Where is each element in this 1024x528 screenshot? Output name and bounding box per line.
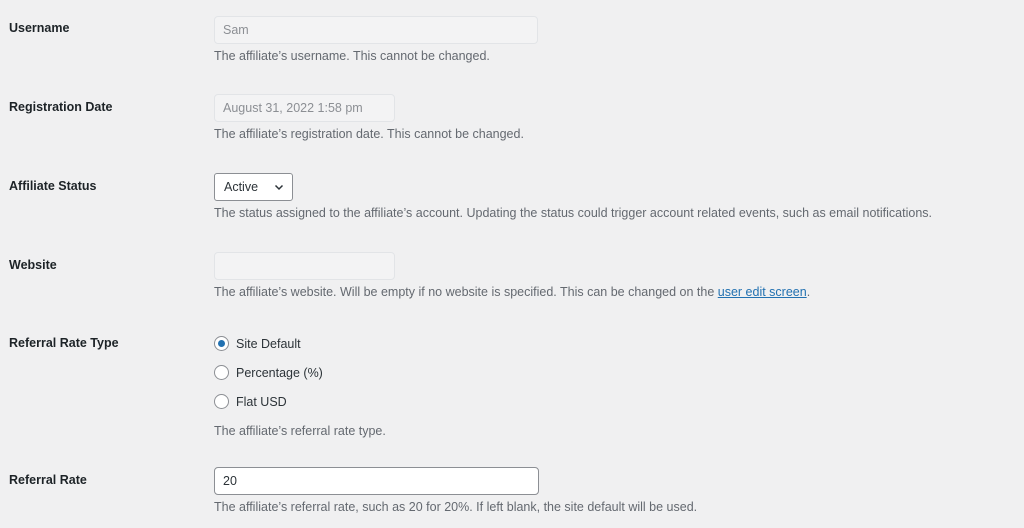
chevron-down-icon [274, 184, 284, 191]
website-label: Website [9, 258, 57, 272]
referral-rate-field[interactable] [214, 467, 539, 495]
registration-date-description: The affiliate’s registration date. This … [214, 127, 524, 141]
website-field[interactable] [214, 252, 395, 280]
affiliate-status-row: Affiliate Status Active The status assig… [0, 0, 1024, 220]
username-description: The affiliate’s username. This cannot be… [214, 49, 490, 63]
website-description-text: The affiliate’s website. Will be empty i… [214, 285, 718, 299]
user-edit-screen-link[interactable]: user edit screen [718, 285, 807, 299]
radio-button-checked[interactable] [214, 336, 229, 351]
radio-flat-usd[interactable]: Flat USD [214, 394, 287, 409]
referral-rate-type-label: Referral Rate Type [9, 336, 119, 350]
radio-button[interactable] [214, 365, 229, 380]
website-description: The affiliate’s website. Will be empty i… [214, 285, 810, 299]
radio-label: Flat USD [236, 394, 287, 409]
radio-label: Site Default [236, 336, 301, 351]
affiliate-status-label: Affiliate Status [9, 179, 97, 193]
radio-percentage[interactable]: Percentage (%) [214, 365, 323, 380]
registration-date-field[interactable] [214, 94, 395, 122]
referral-rate-type-description: The affiliate’s referral rate type. [214, 424, 386, 438]
affiliate-status-selected: Active [224, 180, 259, 194]
website-description-suffix: . [806, 285, 811, 299]
referral-rate-label: Referral Rate [9, 473, 87, 487]
radio-label: Percentage (%) [236, 365, 323, 380]
registration-date-label: Registration Date [9, 100, 113, 114]
radio-site-default[interactable]: Site Default [214, 336, 301, 351]
radio-button[interactable] [214, 394, 229, 409]
affiliate-status-description: The status assigned to the affiliate’s a… [214, 206, 933, 220]
affiliate-status-select[interactable]: Active [214, 173, 293, 201]
referral-rate-description: The affiliate’s referral rate, such as 2… [214, 500, 698, 514]
